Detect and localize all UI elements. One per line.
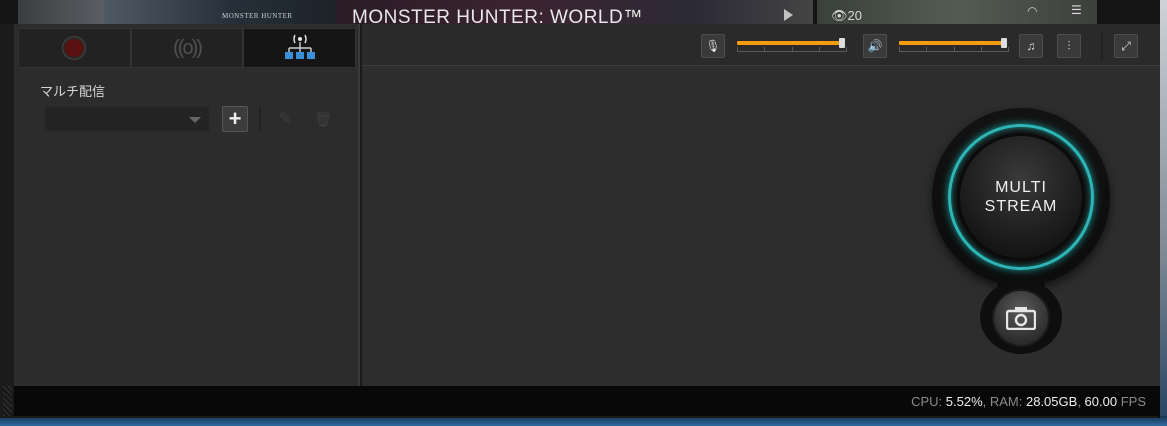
menu-icon[interactable]: ☰	[1071, 3, 1082, 17]
stats-separator: ,	[1077, 394, 1085, 409]
section-label: マルチ配信	[40, 84, 106, 99]
mic-volume-level	[737, 41, 843, 45]
pencil-icon: ✎	[278, 110, 292, 127]
headphones-icon: ♫	[1026, 39, 1036, 53]
add-profile-button[interactable]: +	[222, 106, 248, 132]
thumbnail-featured[interactable]: MONSTER HUNTER: WORLD™	[336, 0, 813, 24]
speaker-volume-knob[interactable]	[1001, 38, 1007, 48]
desktop-background	[1159, 0, 1167, 426]
tab-broadcast[interactable]: ((o))	[130, 28, 244, 68]
mic-volume-knob[interactable]	[839, 38, 845, 48]
play-icon[interactable]	[784, 9, 793, 21]
profile-select[interactable]	[44, 106, 210, 132]
mic-volume-slider[interactable]	[737, 38, 847, 52]
speaker-volume-scale	[899, 47, 1009, 52]
cast-icon[interactable]: ◠	[1027, 4, 1037, 18]
delete-profile-button[interactable]: 🗑	[310, 106, 336, 132]
speaker-button[interactable]: 🔊	[863, 34, 887, 58]
cpu-value: 5.52%	[945, 394, 983, 409]
game-title: MONSTER HUNTER: WORLD™	[352, 7, 643, 24]
mic-volume-scale	[737, 47, 847, 52]
screenshot-button[interactable]	[992, 289, 1050, 347]
fullscreen-button[interactable]: ⤢	[1114, 34, 1138, 58]
game-logo: MONSTER HUNTER	[222, 12, 293, 20]
broadcast-icon: ((o))	[173, 36, 203, 59]
stream-control: MULTI STREAM	[932, 108, 1110, 354]
multistream-network-icon	[283, 33, 317, 63]
speaker-volume-level	[899, 41, 1005, 45]
stream-button-line1: MULTI	[995, 179, 1047, 196]
expand-icon: ⤢	[1121, 39, 1131, 53]
camera-icon	[1006, 307, 1036, 330]
speaker-icon: 🔊	[867, 39, 883, 53]
speaker-volume-slider[interactable]	[899, 38, 1009, 52]
game-thumbnail-strip: MONSTER HUNTER MONSTER HUNTER: WORLD™ 👁2…	[0, 0, 1160, 24]
resize-grip[interactable]	[3, 386, 12, 416]
app-window: MONSTER HUNTER MONSTER HUNTER: WORLD™ 👁2…	[0, 0, 1167, 426]
cpu-label: CPU:	[911, 394, 946, 409]
plus-icon: +	[228, 106, 242, 131]
performance-stats: CPU: 5.52%, RAM: 28.05GB, 60.00 FPS	[911, 394, 1146, 409]
ram-label: , RAM:	[982, 394, 1026, 409]
fps-label: FPS	[1117, 394, 1146, 409]
mic-button[interactable]: 🎙	[701, 34, 725, 58]
mode-tabs: ((o))	[18, 28, 357, 68]
microphone-icon: 🎙	[705, 39, 721, 53]
divider	[259, 106, 261, 132]
toolbar-divider	[1101, 32, 1103, 60]
equalizer-icon: ⫶	[1067, 39, 1071, 53]
mixer-button[interactable]: ⫶	[1057, 34, 1081, 58]
record-icon	[63, 37, 86, 59]
ram-value: 28.05GB	[1025, 394, 1078, 409]
headphones-button[interactable]: ♫	[1019, 34, 1043, 58]
multistream-button[interactable]: MULTI STREAM	[957, 133, 1085, 261]
thumbnail-4[interactable]: 👁20 ◠ ☰	[817, 0, 1097, 24]
edit-profile-button[interactable]: ✎	[272, 106, 298, 132]
left-edge	[0, 24, 14, 416]
trash-icon: 🗑	[314, 111, 332, 127]
chevron-down-icon	[189, 117, 201, 123]
tab-multistream[interactable]	[243, 28, 357, 68]
stream-button-line2: STREAM	[984, 198, 1058, 215]
thumbnail-1[interactable]	[18, 0, 104, 24]
audio-toolbar: 🎙 🔊 ♫ ⫶ ⤢	[362, 24, 1160, 66]
view-count: 👁20	[831, 8, 862, 23]
eye-icon: 👁	[831, 8, 848, 23]
status-bar: CPU: 5.52%, RAM: 28.05GB, 60.00 FPS	[14, 386, 1160, 416]
thumbnail-2[interactable]: MONSTER HUNTER	[104, 0, 336, 24]
tab-record[interactable]	[18, 28, 131, 68]
fps-value: 60.00	[1084, 394, 1118, 409]
left-panel: ((o)) マルチ配信 + ✎ 🗑	[14, 24, 360, 386]
main-frame: MONSTER HUNTER MONSTER HUNTER: WORLD™ 👁2…	[0, 0, 1160, 418]
